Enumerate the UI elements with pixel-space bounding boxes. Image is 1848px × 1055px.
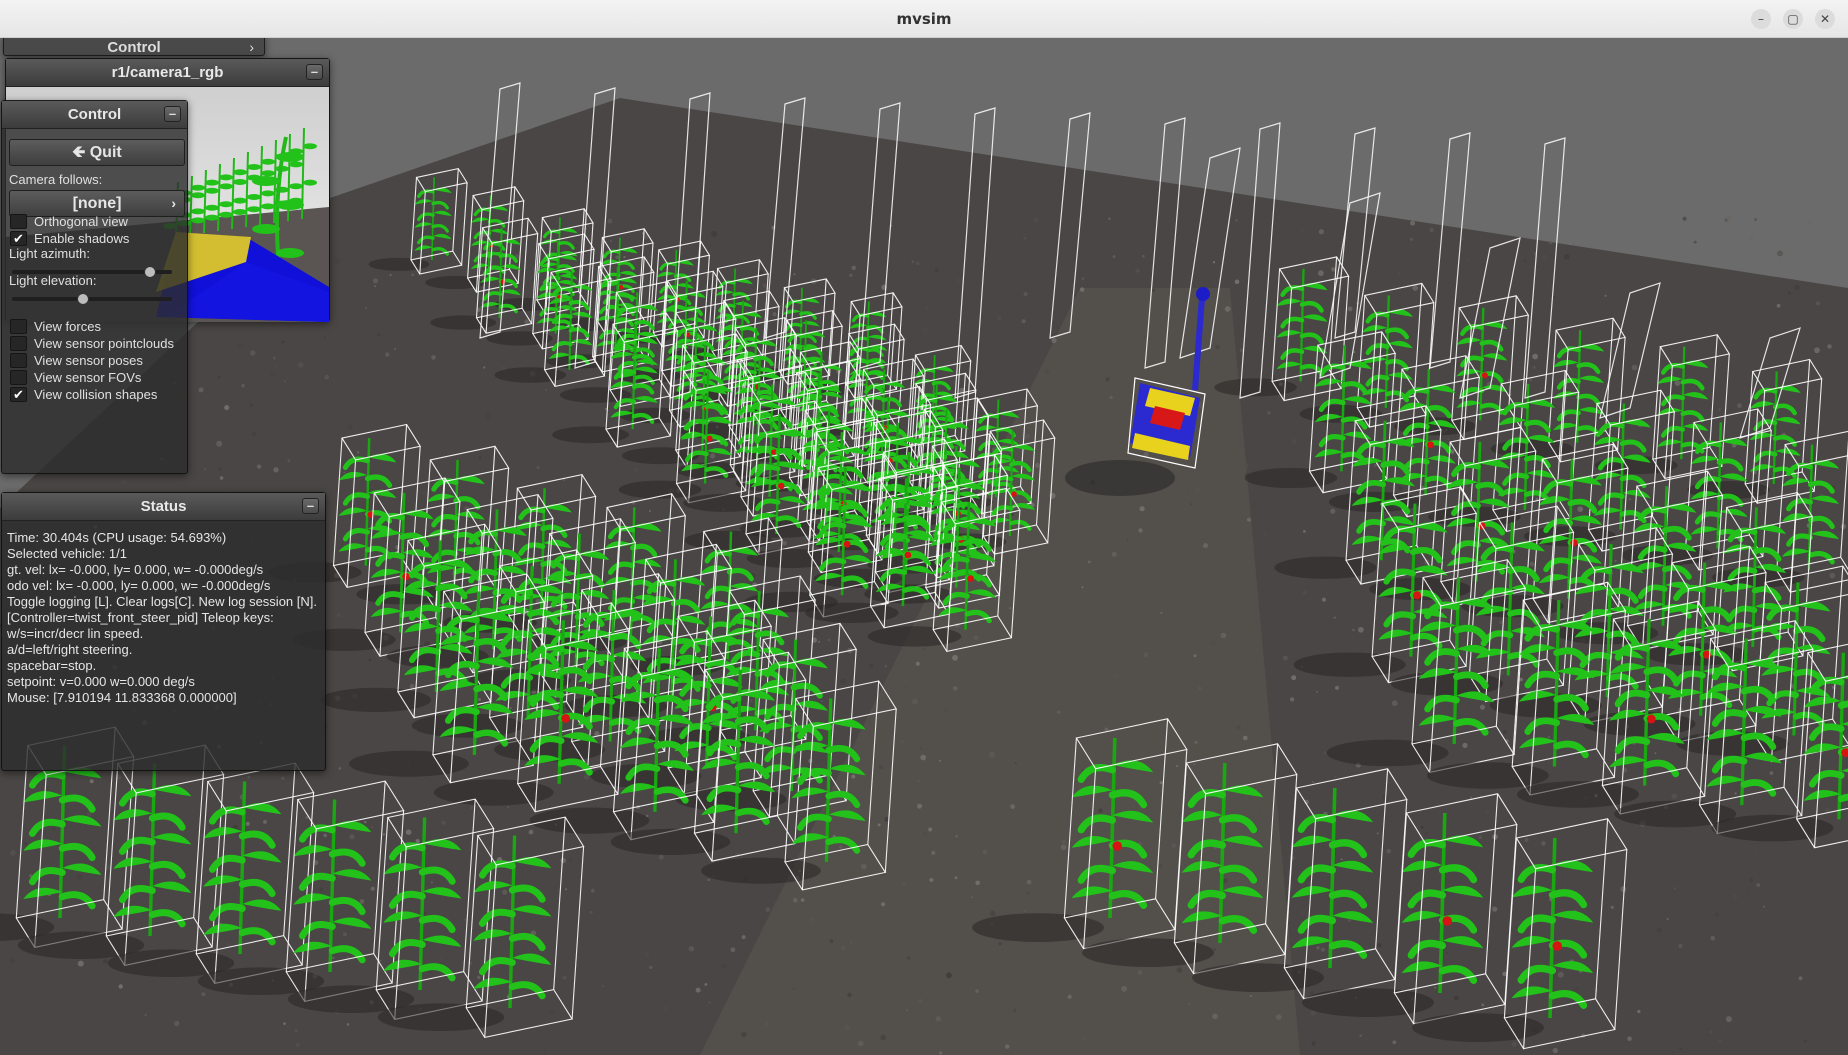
status-teleop-ws: w/s=incr/decr lin speed. [7,626,144,641]
3d-viewport[interactable]: Control › r1/camera1_rgb – Control – 🡸 Q… [0,38,1848,1055]
chevron-right-icon: › [249,39,254,55]
camera-window-title: r1/camera1_rgb [111,64,224,81]
close-icon: ✕ [1819,12,1831,26]
close-window-button[interactable]: ✕ [1815,9,1835,29]
minimize-icon: – [1758,12,1764,26]
camera-window-header[interactable]: r1/camera1_rgb – [6,59,329,87]
view-sensor-poses-checkbox[interactable] [10,353,27,368]
camera-follows-label: Camera follows: [9,172,103,187]
quit-button[interactable]: 🡸 Quit [9,139,185,166]
view-sensor-fovs-checkbox[interactable] [10,370,27,385]
control-panel-minimize-button[interactable]: – [164,106,181,122]
minimize-icon: – [168,106,177,121]
view-collision-shapes-label: View collision shapes [34,387,158,402]
quit-button-label: Quit [89,144,122,161]
view-collision-shapes-checkbox[interactable]: ✔ [10,387,27,402]
minimize-window-button[interactable]: – [1751,9,1771,29]
status-controller: [Controller=twist_front_steer_pid] Teleo… [7,610,274,625]
light-elevation-slider-handle[interactable] [76,293,89,305]
light-elevation-label: Light elevation: [9,273,97,288]
orthogonal-view-label: Orthogonal view [34,214,128,229]
view-sensor-fovs-label: View sensor FOVs [34,370,142,385]
view-forces-checkbox[interactable] [10,319,27,334]
status-time: Time: 30.404s (CPU usage: 54.693%) [7,530,227,545]
status-odo-vel: odo vel: lx= -0.000, ly= 0.000, w= -0.00… [7,578,271,593]
window-title: mvsim [896,10,952,28]
light-azimuth-label: Light azimuth: [9,246,90,261]
view-sensor-pointclouds-checkbox[interactable] [10,336,27,351]
status-mouse: Mouse: [7.910194 11.833368 0.000000] [7,690,237,705]
back-control-window[interactable]: Control › [3,38,265,56]
minimize-icon: – [310,64,319,79]
maximize-window-button[interactable]: ▢ [1783,9,1803,29]
view-sensor-poses-label: View sensor poses [34,353,143,368]
maximize-icon: ▢ [1787,12,1799,26]
view-forces-label: View forces [34,319,101,334]
enable-shadows-checkbox[interactable]: ✔ [10,231,27,246]
camera-window-minimize-button[interactable]: – [306,64,323,80]
view-sensor-pointclouds-label: View sensor pointclouds [34,336,174,351]
status-panel-header[interactable]: Status – [2,493,325,521]
status-panel-title: Status [140,498,187,515]
status-panel[interactable]: Status – Time: 30.404s (CPU usage: 54.69… [1,492,326,771]
window-titlebar: mvsim – ▢ ✕ [0,0,1848,38]
camera-follows-value: [none] [72,195,122,212]
status-panel-minimize-button[interactable]: – [302,498,319,514]
control-panel[interactable]: Control – 🡸 Quit Camera follows: [none] … [1,100,188,474]
control-panel-title: Control [67,106,122,123]
status-teleop-space: spacebar=stop. [7,658,97,673]
minimize-icon: – [306,498,315,513]
status-gt-vel: gt. vel: lx= -0.000, ly= 0.000, w= -0.00… [7,562,264,577]
camera-follows-dropdown[interactable]: [none] › [9,190,185,217]
exit-arrow-icon: 🡸 [72,144,90,161]
light-elevation-slider[interactable] [12,293,172,305]
status-logging-keys: Toggle logging [L]. Clear logs[C]. New l… [7,594,317,609]
light-azimuth-slider-handle[interactable] [144,266,156,278]
chevron-right-icon: › [171,195,176,211]
status-setpoint: setpoint: v=0.000 w=0.000 deg/s [7,674,195,689]
status-selected-vehicle: Selected vehicle: 1/1 [7,546,127,561]
status-teleop-ad: a/d=left/right steering. [7,642,133,657]
orthogonal-view-checkbox[interactable] [10,214,27,229]
enable-shadows-label: Enable shadows [34,231,130,246]
control-panel-header[interactable]: Control – [2,101,187,129]
